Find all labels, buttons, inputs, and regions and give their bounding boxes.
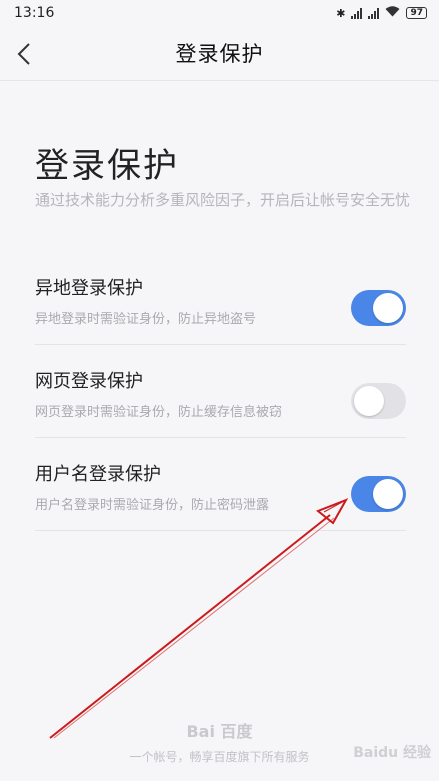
page-title: 登录保护 [35,146,179,186]
status-time: 13:16 [14,5,55,21]
setting-title: 异地登录保护 [35,278,143,299]
username-login-toggle[interactable] [351,476,406,512]
chevron-left-icon [17,43,30,65]
setting-title: 用户名登录保护 [35,464,161,485]
signal-icon [368,7,380,19]
setting-subtitle: 异地登录时需验证身份，防止异地盗号 [35,312,257,327]
battery-icon: 97 [406,7,427,19]
header-title: 登录保护 [175,42,264,66]
toggle-knob [354,386,384,416]
setting-subtitle: 网页登录时需验证身份，防止缓存信息被窃 [35,405,283,420]
toggle-knob [373,293,403,323]
status-icons: ✱ 97 [336,6,427,20]
app-header: 登录保护 [0,26,439,81]
setting-row-web-login: 网页登录保护 网页登录时需验证身份，防止缓存信息被窃 [35,345,406,438]
back-button[interactable] [10,38,38,70]
web-login-toggle[interactable] [351,383,406,419]
setting-row-remote-login: 异地登录保护 异地登录时需验证身份，防止异地盗号 [35,252,406,345]
setting-title: 网页登录保护 [35,371,143,392]
page-description: 通过技术能力分析多重风险因子，开启后让帐号安全无忧 [35,191,411,209]
status-bar: 13:16 ✱ 97 [0,0,439,26]
setting-row-username-login: 用户名登录保护 用户名登录时需验证身份，防止密码泄露 [35,438,406,531]
watermark: Baidu 经验 [353,745,431,761]
toggle-knob [373,479,403,509]
baidu-logo: Bai 百度 [186,722,253,741]
battery-level: 97 [410,8,423,18]
wifi-icon [385,6,400,20]
setting-subtitle: 用户名登录时需验证身份，防止密码泄露 [35,498,270,513]
bluetooth-icon: ✱ [336,6,346,20]
signal-icon [351,7,363,19]
remote-login-toggle[interactable] [351,290,406,326]
